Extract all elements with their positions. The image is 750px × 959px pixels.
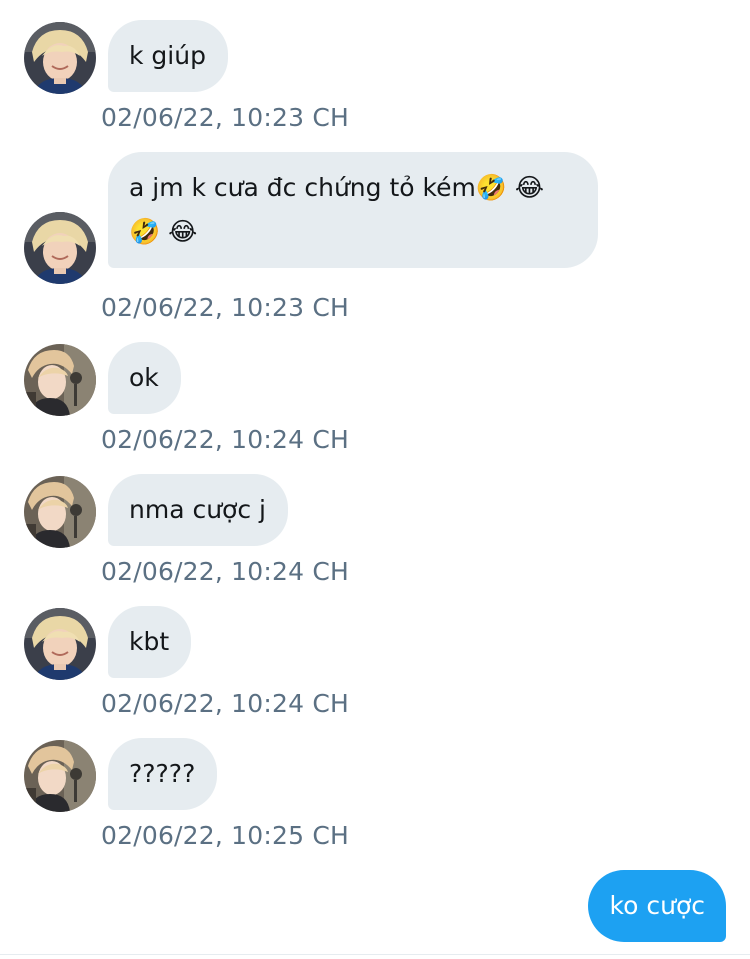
message-text: ok <box>129 363 159 392</box>
avatar[interactable] <box>24 344 96 416</box>
message-timestamp: 02/06/22, 10:25 CH <box>101 821 350 850</box>
message-text: ko cược <box>609 891 705 920</box>
message-text: a jm k cưa đc chứng tỏ kém🤣 😂 🤣 😂 <box>129 173 545 246</box>
message-timestamp: 02/06/22, 10:24 CH <box>101 425 350 454</box>
message-text: k giúp <box>129 41 206 70</box>
outgoing-message-bubble[interactable]: ko cược <box>587 870 726 942</box>
message-text: ????? <box>129 759 196 788</box>
message-timestamp: 02/06/22, 10:23 CH <box>101 293 350 322</box>
message-bubble[interactable]: k giúp <box>108 20 228 92</box>
message-timestamp: 02/06/22, 10:24 CH <box>101 689 350 718</box>
avatar[interactable] <box>24 476 96 548</box>
message-text: kbt <box>129 627 170 656</box>
avatar[interactable] <box>24 740 96 812</box>
message-bubble[interactable]: ????? <box>108 738 218 810</box>
message-timestamp: 02/06/22, 10:24 CH <box>101 557 350 586</box>
message-bubble[interactable]: nma cược j <box>108 474 288 546</box>
divider <box>0 954 750 955</box>
message-text: nma cược j <box>129 495 266 524</box>
avatar[interactable] <box>24 22 96 94</box>
message-bubble[interactable]: ok <box>108 342 181 414</box>
message-bubble[interactable]: a jm k cưa đc chứng tỏ kém🤣 😂 🤣 😂 <box>108 152 598 268</box>
message-timestamp: 02/06/22, 10:23 CH <box>101 103 350 132</box>
conversation: k giúp 02/06/22, 10:23 CH a jm k cưa đc … <box>0 0 750 959</box>
avatar[interactable] <box>24 212 96 284</box>
avatar[interactable] <box>24 608 96 680</box>
message-bubble[interactable]: kbt <box>108 606 192 678</box>
